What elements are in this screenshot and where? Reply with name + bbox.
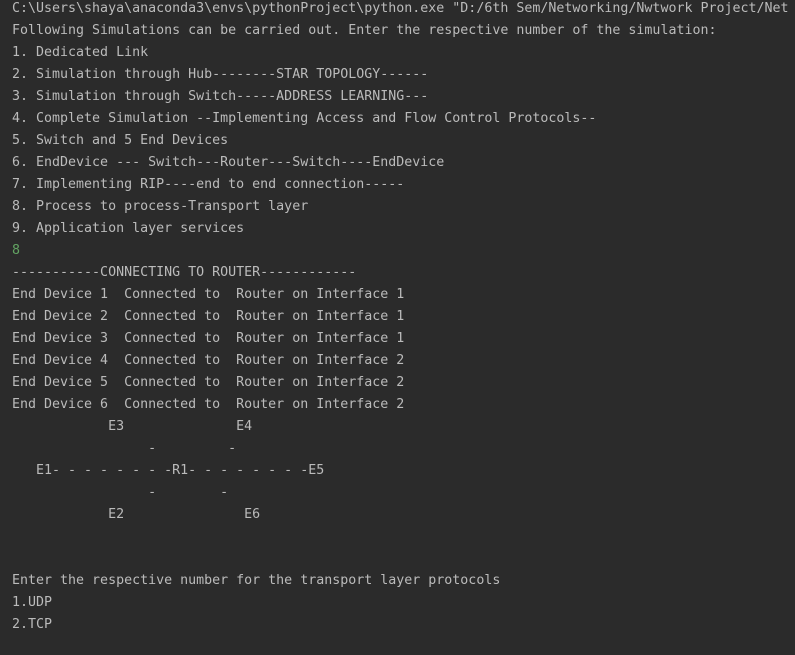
menu-item-1: 1. Dedicated Link (12, 45, 149, 60)
menu-item-9: 9. Application layer services (12, 221, 245, 236)
topology-line: E3 E4 (12, 419, 253, 434)
connection-line: End Device 3 Connected to Router on Inte… (12, 331, 405, 346)
intro-line: Following Simulations can be carried out… (12, 23, 717, 38)
menu-item-8: 8. Process to process-Transport layer (12, 199, 309, 214)
transport-option-tcp: 2.TCP (12, 617, 53, 632)
connection-line: End Device 4 Connected to Router on Inte… (12, 353, 405, 368)
command-line: C:\Users\shaya\anaconda3\envs\pythonProj… (12, 1, 789, 16)
menu-item-3: 3. Simulation through Switch-----ADDRESS… (12, 89, 429, 104)
user-input-choice: 8 (12, 243, 21, 258)
menu-item-6: 6. EndDevice --- Switch---Router---Switc… (12, 155, 445, 170)
connection-line: End Device 1 Connected to Router on Inte… (12, 287, 405, 302)
transport-option-udp: 1.UDP (12, 595, 53, 610)
console-output[interactable]: C:\Users\shaya\anaconda3\envs\pythonProj… (0, 0, 795, 655)
menu-item-4: 4. Complete Simulation --Implementing Ac… (12, 111, 597, 126)
connection-line: End Device 5 Connected to Router on Inte… (12, 375, 405, 390)
transport-prompt: Enter the respective number for the tran… (12, 573, 501, 588)
menu-item-2: 2. Simulation through Hub--------STAR TO… (12, 67, 429, 82)
connection-line: End Device 2 Connected to Router on Inte… (12, 309, 405, 324)
connecting-header: -----------CONNECTING TO ROUTER---------… (12, 265, 357, 280)
menu-item-5: 5. Switch and 5 End Devices (12, 133, 229, 148)
topology-line: - - (12, 485, 229, 500)
topology-line: - - (12, 441, 237, 456)
topology-line: E1- - - - - - - -R1- - - - - - - -E5 (12, 463, 325, 478)
menu-item-7: 7. Implementing RIP----end to end connec… (12, 177, 405, 192)
topology-line: E2 E6 (12, 507, 261, 522)
connection-line: End Device 6 Connected to Router on Inte… (12, 397, 405, 412)
